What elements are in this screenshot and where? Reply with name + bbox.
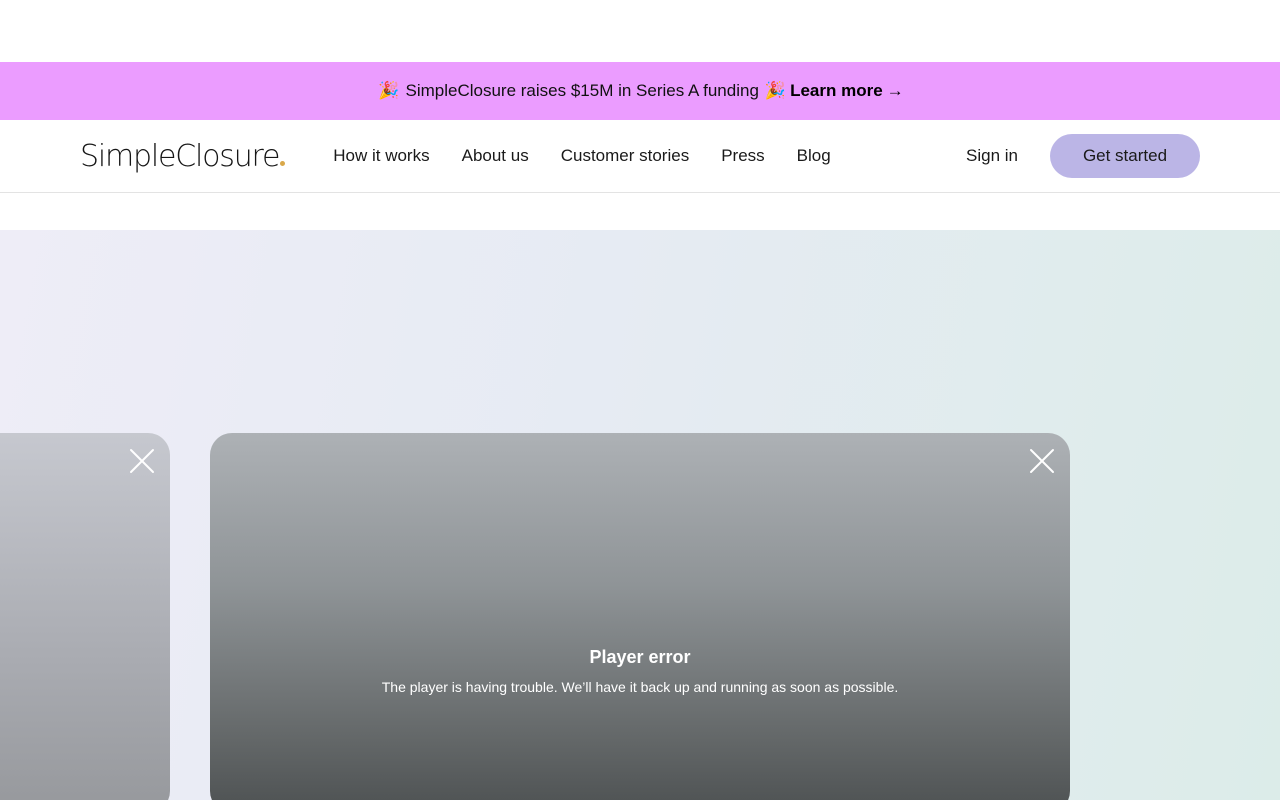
top-spacer	[0, 0, 1280, 62]
spacer-band	[0, 193, 1280, 230]
nav-link-customer-stories[interactable]: Customer stories	[561, 146, 689, 166]
close-icon[interactable]	[1028, 447, 1056, 475]
player-error: Player error The player is having troubl…	[210, 647, 1070, 695]
nav-link-how-it-works[interactable]: How it works	[333, 146, 429, 166]
logo-text: SimpleClosure	[80, 138, 280, 174]
player-error-message: The player is having trouble. We’ll have…	[381, 679, 899, 695]
sign-in-link[interactable]: Sign in	[966, 146, 1018, 166]
player-error-title: Player error	[589, 647, 691, 667]
nav-link-about-us[interactable]: About us	[462, 146, 529, 166]
main-navbar: SimpleClosure How it works About us Cust…	[0, 120, 1280, 193]
logo-dot	[280, 160, 286, 166]
nav-link-blog[interactable]: Blog	[797, 146, 831, 166]
video-player-card[interactable]: Player error The player is having troubl…	[210, 433, 1070, 800]
announcement-text: SimpleClosure raises $15M in Series A fu…	[405, 81, 759, 100]
learn-more-link[interactable]: Learn more →	[790, 81, 904, 101]
nav-link-press[interactable]: Press	[721, 146, 764, 166]
arrow-right-icon: →	[886, 81, 904, 100]
announcement-bar: 🎉 SimpleClosure raises $15M in Series A …	[0, 62, 1280, 120]
get-started-button[interactable]: Get started	[1050, 134, 1200, 178]
party-popper-icon: 🎉	[378, 81, 400, 100]
hero-section: Player error The player is having troubl…	[0, 230, 1280, 800]
video-card-previous[interactable]	[0, 433, 170, 800]
close-icon[interactable]	[128, 447, 156, 475]
nav-actions: Sign in Get started	[966, 134, 1200, 178]
learn-more-label: Learn more	[790, 81, 883, 100]
logo[interactable]: SimpleClosure	[80, 138, 286, 174]
party-popper-icon: 🎉	[764, 81, 787, 100]
nav-links: How it works About us Customer stories P…	[333, 146, 966, 166]
